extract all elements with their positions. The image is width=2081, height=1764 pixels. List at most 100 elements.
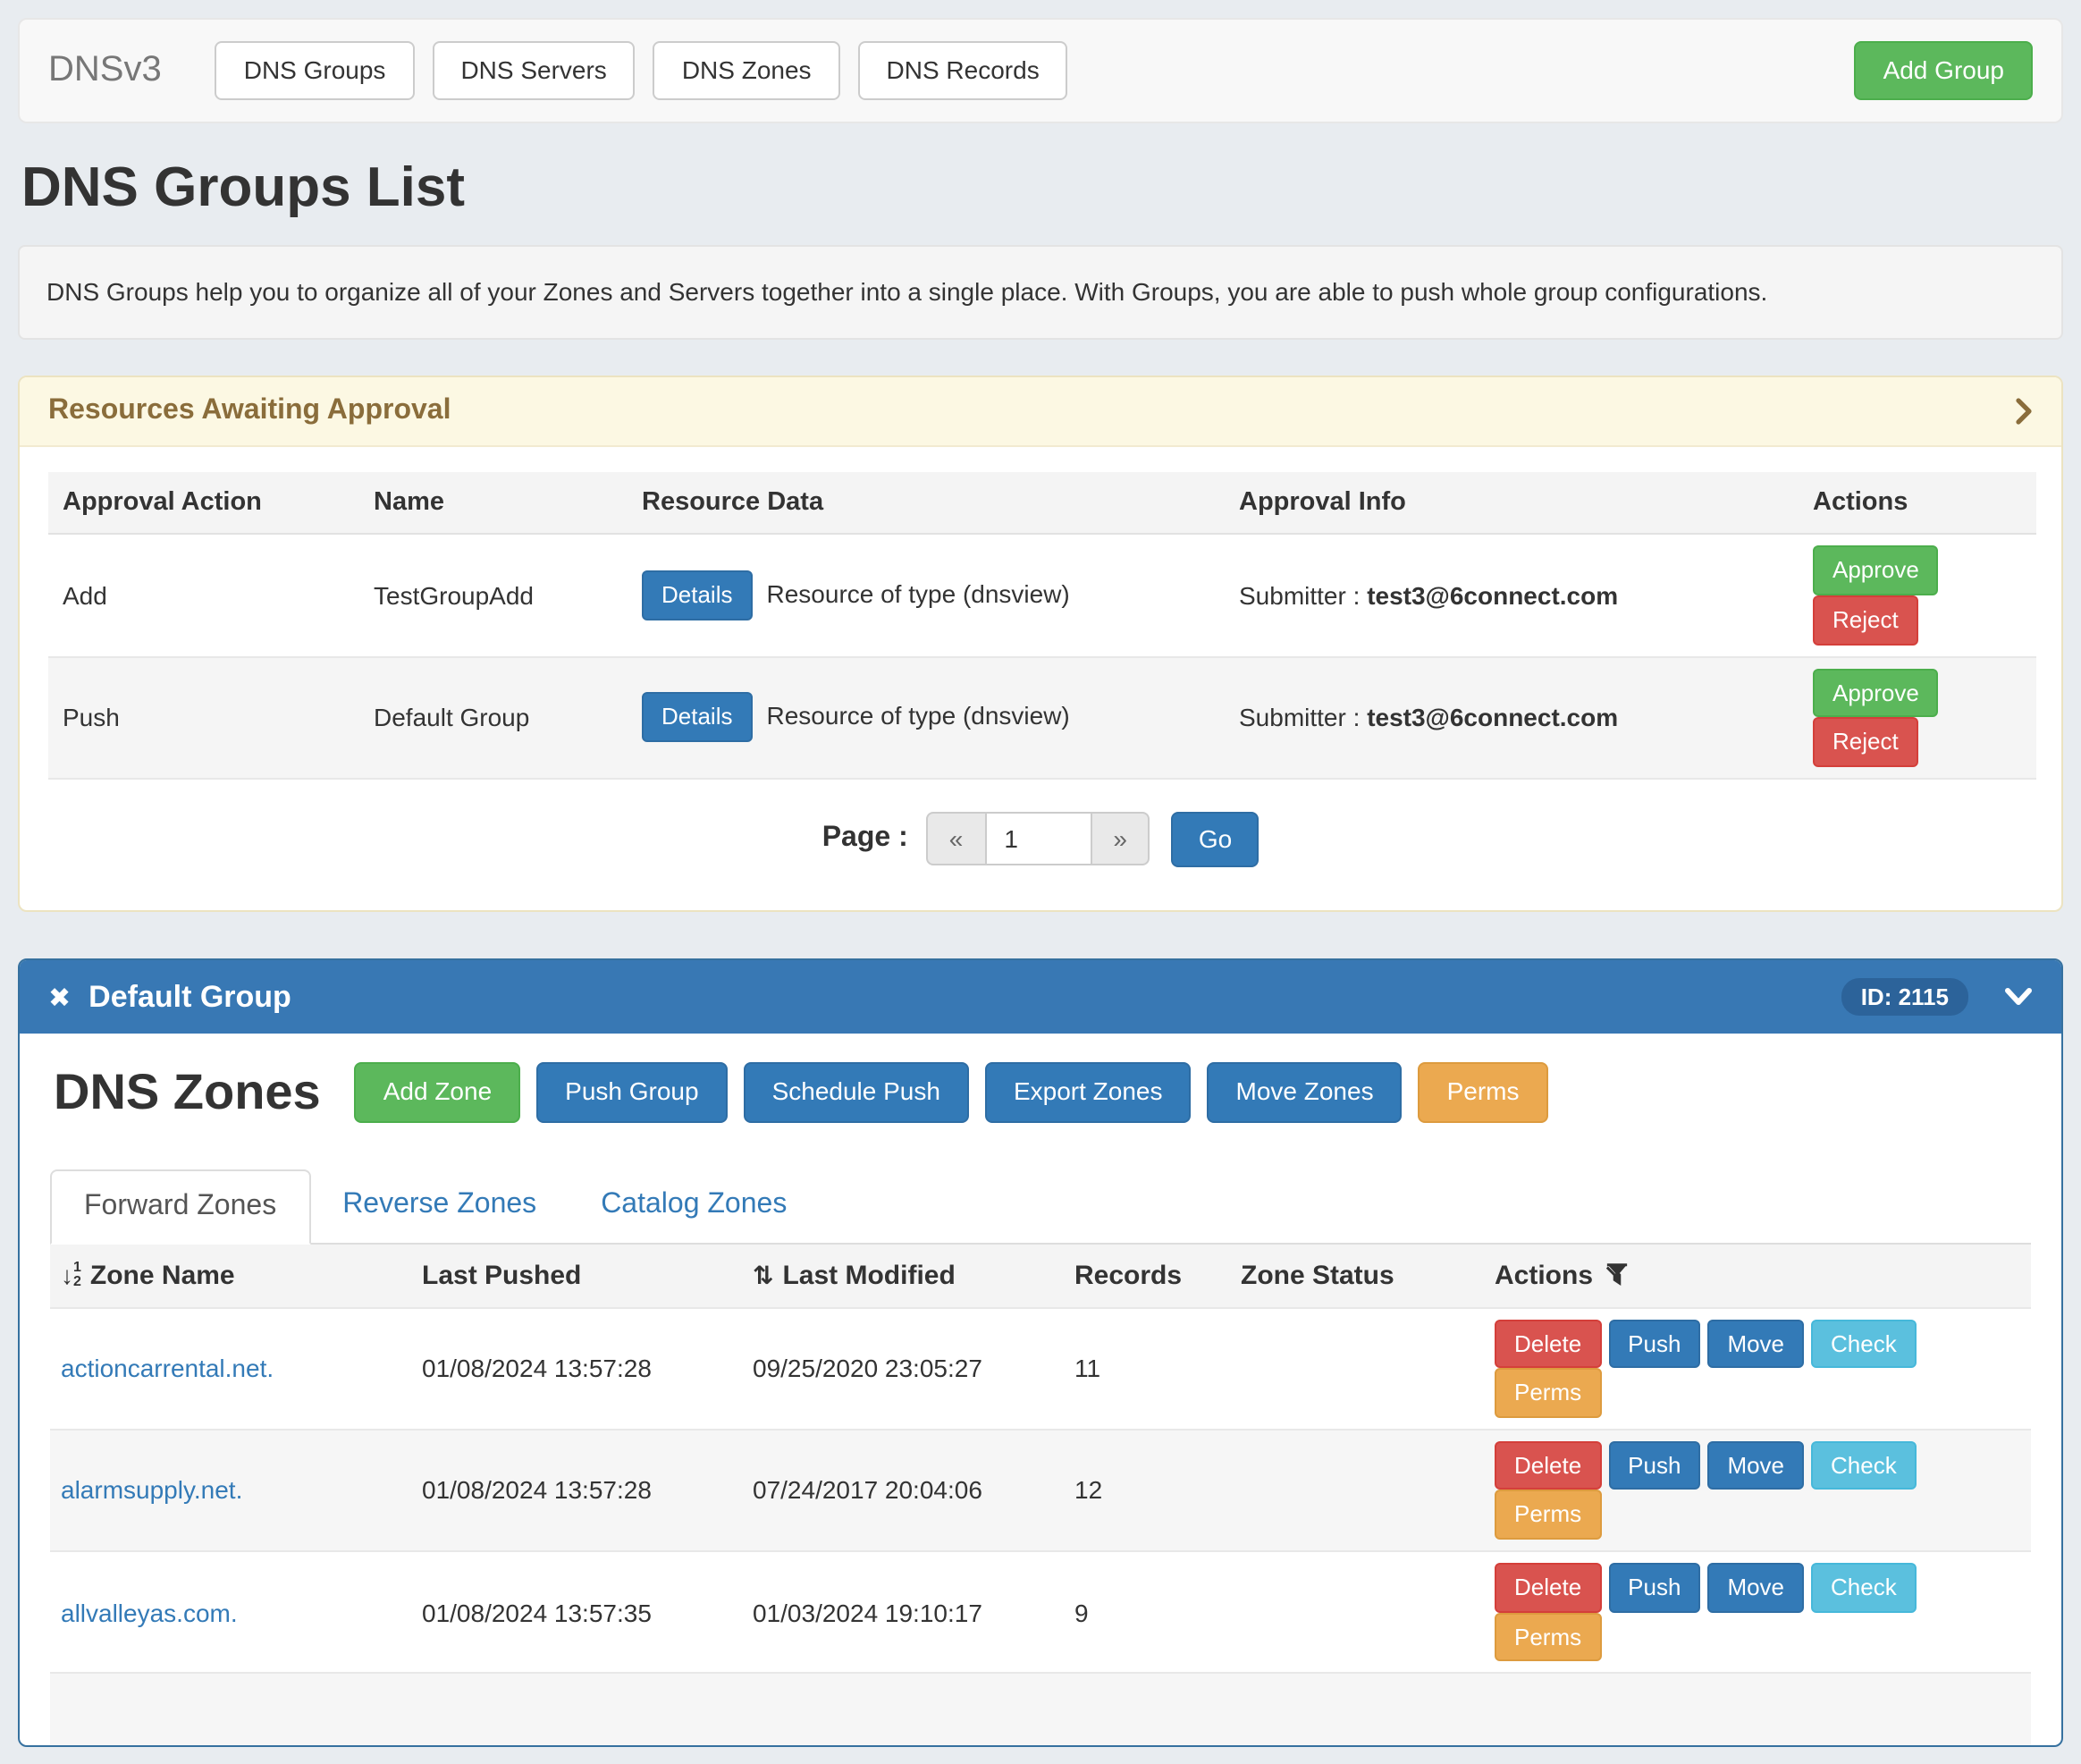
approval-resource-cell: Details Resource of type (dnsview) xyxy=(628,656,1225,778)
last-pushed-cell: 01/08/2024 13:57:28 xyxy=(411,1307,742,1429)
resource-description: Resource of type (dnsview) xyxy=(767,579,1070,608)
col-actions: Actions xyxy=(1799,473,2036,535)
chevron-right-icon[interactable] xyxy=(2015,398,2033,426)
check-button[interactable]: Check xyxy=(1811,1440,1917,1490)
col-approval-action: Approval Action xyxy=(48,473,359,535)
check-button[interactable]: Check xyxy=(1811,1319,1917,1368)
approval-actions-cell: ApproveReject xyxy=(1799,656,2036,778)
add-zone-button[interactable]: Add Zone xyxy=(355,1062,520,1122)
records-cell: 11 xyxy=(1064,1307,1230,1429)
col-approval-info: Approval Info xyxy=(1225,473,1799,535)
col-resource-data: Resource Data xyxy=(628,473,1225,535)
zone-actions-cell: DeletePushMoveCheck Perms xyxy=(1484,1307,2031,1429)
filter-icon[interactable] xyxy=(1605,1262,1629,1285)
approval-info-cell: Submitter : test3@6connect.com xyxy=(1225,656,1799,778)
nav-dns-servers-button[interactable]: DNS Servers xyxy=(432,41,635,101)
delete-button[interactable]: Delete xyxy=(1495,1440,1601,1490)
tab-forward-zones[interactable]: Forward Zones xyxy=(50,1169,310,1244)
delete-button[interactable]: Delete xyxy=(1495,1563,1601,1612)
zone-row-partial xyxy=(50,1673,2031,1744)
group-id-badge: ID: 2115 xyxy=(1841,978,1968,1016)
tab-reverse-zones[interactable]: Reverse Zones xyxy=(310,1169,569,1242)
close-icon[interactable]: ✖ xyxy=(48,981,71,1013)
zone-status-cell xyxy=(1230,1307,1484,1429)
approval-panel-title: Resources Awaiting Approval xyxy=(48,396,451,428)
reject-button[interactable]: Reject xyxy=(1813,717,1918,766)
zones-toolbar: DNS Zones Add Zone Push Group Schedule P… xyxy=(50,1062,2031,1122)
top-toolbar: DNSv3 DNS Groups DNS Servers DNS Zones D… xyxy=(18,18,2063,124)
push-group-button[interactable]: Push Group xyxy=(536,1062,727,1122)
group-panel-title: Default Group xyxy=(88,979,291,1015)
perms-button[interactable]: Perms xyxy=(1419,1062,1548,1122)
zone-row: alarmsupply.net. 01/08/2024 13:57:28 07/… xyxy=(50,1429,2031,1550)
approve-button[interactable]: Approve xyxy=(1813,546,1939,595)
records-cell: 12 xyxy=(1064,1429,1230,1550)
group-panel-header[interactable]: ✖ Default Group ID: 2115 xyxy=(20,960,2061,1034)
approval-action-cell: Add xyxy=(48,535,359,656)
sort-icon[interactable]: ⇅ xyxy=(753,1260,773,1288)
details-button[interactable]: Details xyxy=(642,570,753,620)
col-last-modified: ⇅Last Modified xyxy=(742,1244,1064,1307)
zone-row: actioncarrental.net. 01/08/2024 13:57:28… xyxy=(50,1307,2031,1429)
move-zones-button[interactable]: Move Zones xyxy=(1208,1062,1403,1122)
move-button[interactable]: Move xyxy=(1707,1563,1804,1612)
zone-status-cell xyxy=(1230,1429,1484,1550)
schedule-push-button[interactable]: Schedule Push xyxy=(744,1062,969,1122)
chevron-down-icon[interactable] xyxy=(2004,987,2033,1007)
submitter-label: Submitter : xyxy=(1239,703,1360,731)
approval-row: Push Default Group DetailsResource of ty… xyxy=(48,656,2036,778)
zones-section-title: DNS Zones xyxy=(54,1064,321,1121)
zone-name-cell: allvalleyas.com. xyxy=(50,1551,411,1673)
approval-resource-cell: Details Resource of type (dnsview) xyxy=(628,535,1225,656)
page-input[interactable] xyxy=(986,813,1090,866)
move-button[interactable]: Move xyxy=(1707,1319,1804,1368)
page-next-button[interactable]: » xyxy=(1090,813,1150,866)
approval-name-cell: TestGroupAdd xyxy=(359,535,628,656)
zone-row: allvalleyas.com. 01/08/2024 13:57:35 01/… xyxy=(50,1551,2031,1673)
submitter-email: test3@6connect.com xyxy=(1367,703,1618,731)
add-group-button[interactable]: Add Group xyxy=(1855,41,2033,101)
zone-name-cell: alarmsupply.net. xyxy=(50,1429,411,1550)
page-go-button[interactable]: Go xyxy=(1172,812,1259,868)
last-modified-cell: 09/25/2020 23:05:27 xyxy=(742,1307,1064,1429)
approval-table-header-row: Approval Action Name Resource Data Appro… xyxy=(48,473,2036,535)
submitter-email: test3@6connect.com xyxy=(1367,581,1618,610)
sort-numeric-icon[interactable]: ↓12 xyxy=(61,1260,81,1288)
col-records: Records xyxy=(1064,1244,1230,1307)
zone-link[interactable]: alarmsupply.net. xyxy=(61,1476,242,1505)
page-description: DNS Groups help you to organize all of y… xyxy=(18,246,2063,341)
col-zone-status: Zone Status xyxy=(1230,1244,1484,1307)
approval-info-cell: Submitter : test3@6connect.com xyxy=(1225,535,1799,656)
approval-panel-header[interactable]: Resources Awaiting Approval xyxy=(20,378,2061,448)
perms-row-button[interactable]: Perms xyxy=(1495,1368,1601,1417)
approval-action-cell: Push xyxy=(48,656,359,778)
page-prev-button[interactable]: « xyxy=(926,813,987,866)
page-label: Page : xyxy=(822,823,908,856)
approve-button[interactable]: Approve xyxy=(1813,668,1939,717)
push-button[interactable]: Push xyxy=(1608,1319,1700,1368)
sort-num-2: 2 xyxy=(73,1274,81,1288)
sort-num-1: 1 xyxy=(73,1260,81,1274)
col-actions-label: Actions xyxy=(1495,1260,1593,1290)
perms-row-button[interactable]: Perms xyxy=(1495,1612,1601,1661)
zone-link[interactable]: allvalleyas.com. xyxy=(61,1598,238,1626)
reject-button[interactable]: Reject xyxy=(1813,595,1918,645)
move-button[interactable]: Move xyxy=(1707,1440,1804,1490)
check-button[interactable]: Check xyxy=(1811,1563,1917,1612)
nav-dns-zones-button[interactable]: DNS Zones xyxy=(653,41,840,101)
approval-actions-cell: ApproveReject xyxy=(1799,535,2036,656)
details-button[interactable]: Details xyxy=(642,693,753,742)
push-button[interactable]: Push xyxy=(1608,1563,1700,1612)
export-zones-button[interactable]: Export Zones xyxy=(985,1062,1192,1122)
resource-description: Resource of type (dnsview) xyxy=(767,702,1070,730)
push-button[interactable]: Push xyxy=(1608,1440,1700,1490)
zones-table: ↓12Zone Name Last Pushed ⇅Last Modified … xyxy=(50,1244,2031,1744)
approval-row: Add TestGroupAdd Details Resource of type… xyxy=(48,535,2036,656)
nav-dns-records-button[interactable]: DNS Records xyxy=(858,41,1068,101)
perms-row-button[interactable]: Perms xyxy=(1495,1490,1601,1540)
delete-button[interactable]: Delete xyxy=(1495,1319,1601,1368)
tab-catalog-zones[interactable]: Catalog Zones xyxy=(569,1169,819,1242)
nav-dns-groups-button[interactable]: DNS Groups xyxy=(215,41,415,101)
zone-status-cell xyxy=(1230,1551,1484,1673)
zone-link[interactable]: actioncarrental.net. xyxy=(61,1354,274,1382)
